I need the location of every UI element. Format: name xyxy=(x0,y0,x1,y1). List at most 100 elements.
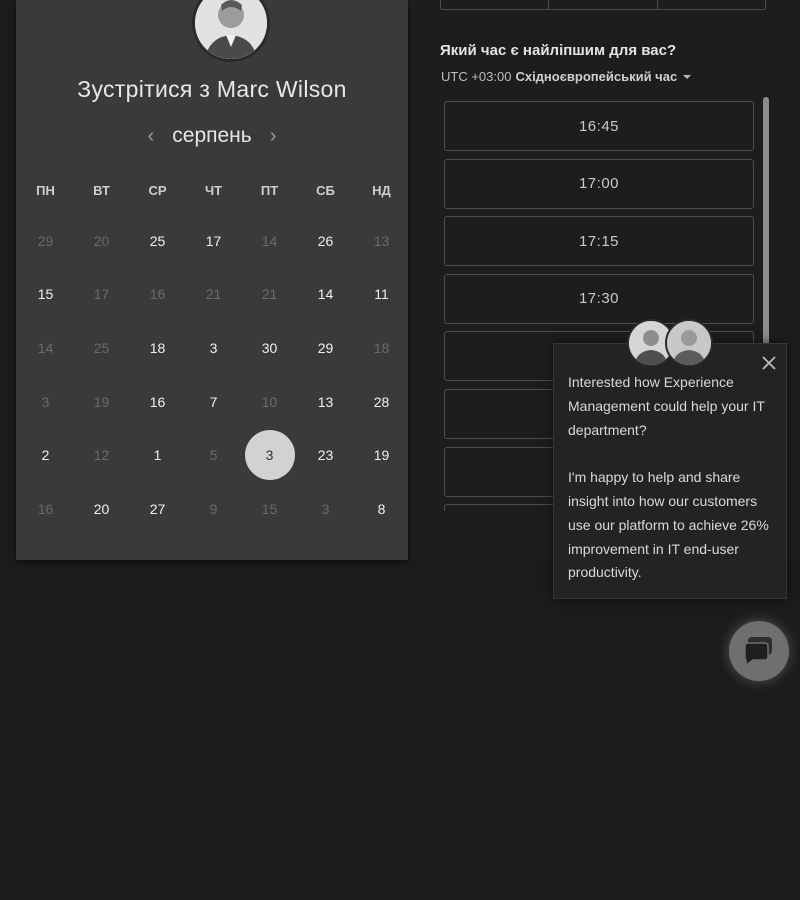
host-avatar xyxy=(192,0,270,62)
calendar-day: 14 xyxy=(240,214,296,268)
time-slot-button[interactable]: 16:45 xyxy=(444,101,754,151)
calendar-day: 17 xyxy=(72,268,128,322)
tab-2[interactable] xyxy=(549,0,658,9)
calendar-day-number: 3 xyxy=(244,430,295,481)
calendar-day[interactable]: 19 xyxy=(352,428,408,482)
chat-message-2: I'm happy to help and share insight into… xyxy=(568,469,769,581)
calendar-day-number: 13 xyxy=(373,232,390,249)
weekday-label: ПТ xyxy=(260,183,279,198)
calendar-day[interactable]: 1 xyxy=(128,428,184,482)
tab-3[interactable] xyxy=(658,0,765,9)
calendar-day: 15 xyxy=(240,482,296,536)
calendar-day: 14 xyxy=(16,321,72,375)
calendar-day-number: 20 xyxy=(93,500,110,517)
calendar-week: 14 25 18 3 30 29 18 xyxy=(16,321,408,375)
calendar-day[interactable]: 23 xyxy=(296,428,352,482)
time-slot-button[interactable]: 17:30 xyxy=(444,273,754,324)
tab-1[interactable] xyxy=(441,0,550,9)
chat-popup: Interested how Experience Management cou… xyxy=(553,343,787,599)
calendar-day-number: 14 xyxy=(37,339,54,356)
calendar-day-number: 3 xyxy=(41,393,50,410)
current-month: серпень xyxy=(172,124,252,147)
calendar-day-number: 2 xyxy=(41,447,50,464)
calendar-day-number: 17 xyxy=(205,232,222,249)
calendar-day-number: 7 xyxy=(209,393,218,410)
calendar-day[interactable]: 29 xyxy=(296,321,352,375)
calendar-day[interactable]: 28 xyxy=(352,375,408,429)
calendar-day: 16 xyxy=(128,268,184,322)
tab-strip xyxy=(440,0,766,10)
calendar-day[interactable]: 20 xyxy=(72,482,128,536)
calendar-week: 2 12 1 5 3 23 19 xyxy=(16,428,408,482)
calendar-day-number: 30 xyxy=(261,339,278,356)
time-slot-button[interactable]: 17:15 xyxy=(444,216,754,267)
calendar-day[interactable]: 7 xyxy=(184,375,240,429)
weekday-label: НД xyxy=(372,183,391,198)
calendar-day: 10 xyxy=(240,375,296,429)
calendar-day[interactable]: 27 xyxy=(128,482,184,536)
time-slot-button[interactable]: 17:00 xyxy=(444,158,754,209)
weekday-label: ЧТ xyxy=(204,183,223,198)
calendar-day: 13 xyxy=(352,214,408,268)
calendar-day-number: 14 xyxy=(317,286,334,303)
timezone-name: Східноєвропейський час xyxy=(515,69,678,84)
calendar-day[interactable]: 3 xyxy=(184,321,240,375)
calendar-day: 5 xyxy=(184,428,240,482)
calendar-day: 25 xyxy=(72,321,128,375)
calendar-day[interactable]: 11 xyxy=(352,268,408,322)
calendar-day-number: 3 xyxy=(321,500,330,517)
calendar-day-number: 29 xyxy=(37,232,54,249)
chat-bubble-icon xyxy=(744,637,772,667)
calendar-day-number: 19 xyxy=(93,393,110,410)
calendar-weeks: 29 20 25 17 14 26 13 15 17 16 21 21 14 11 14 25 18 3 30 29 1… xyxy=(16,214,408,536)
timezone-selector[interactable]: UTC +03:00 Східноєвропейський час xyxy=(441,69,692,84)
chat-message: Interested how Experience Management cou… xyxy=(568,371,774,609)
calendar-day[interactable]: 26 xyxy=(296,214,352,268)
calendar-day[interactable]: 17 xyxy=(184,214,240,268)
calendar-day-number: 16 xyxy=(149,393,166,410)
calendar-day-number: 29 xyxy=(317,339,334,356)
calendar-day: 20 xyxy=(72,214,128,268)
calendar-week: 29 20 25 17 14 26 13 xyxy=(16,214,408,268)
calendar-day-number: 16 xyxy=(149,286,166,303)
calendar-day-number: 20 xyxy=(93,232,110,249)
calendar-day[interactable]: 14 xyxy=(296,268,352,322)
weekday-label: ВТ xyxy=(93,183,110,198)
calendar-day: 16 xyxy=(16,482,72,536)
chevron-right-icon[interactable]: › xyxy=(266,125,281,148)
calendar-day-number: 28 xyxy=(373,393,390,410)
calendar-day: 29 xyxy=(16,214,72,268)
calendar-day-number: 14 xyxy=(261,232,278,249)
calendar-day-number: 9 xyxy=(209,500,218,517)
calendar-day-number: 19 xyxy=(373,447,390,464)
calendar-day: 21 xyxy=(184,268,240,322)
calendar-day[interactable]: 15 xyxy=(16,268,72,322)
calendar-grid: ПН ВТ СР ЧТ ПТ СБ НД 29 20 25 17 14 26 13 15 17 16 21 21 1… xyxy=(16,168,408,536)
calendar-day[interactable]: 16 xyxy=(128,375,184,429)
calendar-day: 19 xyxy=(72,375,128,429)
calendar-panel: Зустрітися з Marc Wilson ‹ серпень › ПН В… xyxy=(16,0,408,560)
chat-launcher-button[interactable] xyxy=(729,621,789,681)
calendar-day-number: 5 xyxy=(209,447,218,464)
calendar-day-number: 26 xyxy=(317,232,334,249)
chevron-left-icon[interactable]: ‹ xyxy=(144,125,159,148)
calendar-week: 3 19 16 7 10 13 28 xyxy=(16,375,408,429)
calendar-day-number: 1 xyxy=(153,447,162,464)
calendar-day[interactable]: 2 xyxy=(16,428,72,482)
meeting-title-prefix: Зустрітися з xyxy=(77,76,217,102)
agent-avatar-2 xyxy=(665,319,713,367)
calendar-day: 3 xyxy=(296,482,352,536)
calendar-day[interactable]: 30 xyxy=(240,321,296,375)
weekday-label: СР xyxy=(148,183,167,198)
calendar-day-number: 13 xyxy=(317,393,334,410)
calendar-day-selected[interactable]: 3 xyxy=(240,428,296,482)
calendar-day-number: 18 xyxy=(149,339,166,356)
calendar-day[interactable]: 18 xyxy=(128,321,184,375)
calendar-day-number: 21 xyxy=(261,286,278,303)
calendar-day: 18 xyxy=(352,321,408,375)
chat-message-1: Interested how Experience Management cou… xyxy=(568,374,765,438)
calendar-day[interactable]: 13 xyxy=(296,375,352,429)
close-icon[interactable] xyxy=(760,354,778,372)
calendar-day[interactable]: 8 xyxy=(352,482,408,536)
calendar-day[interactable]: 25 xyxy=(128,214,184,268)
